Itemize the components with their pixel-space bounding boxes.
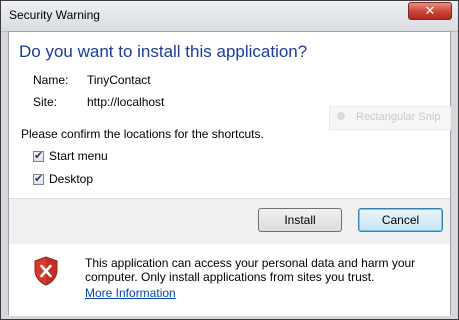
site-label: Site: <box>33 95 58 109</box>
site-value: http://localhost <box>87 95 165 109</box>
window-title: Security Warning <box>9 8 100 22</box>
install-button[interactable]: Install <box>258 208 342 232</box>
rectangular-snip-overlay: Rectangular Snip <box>329 106 451 130</box>
shortcut-desktop[interactable]: ✔ Desktop <box>33 172 93 186</box>
shield-warning-icon <box>34 256 58 286</box>
checkbox-checked-icon: ✔ <box>34 148 44 162</box>
confirm-text: Please confirm the locations for the sho… <box>21 127 264 141</box>
cancel-button[interactable]: Cancel <box>358 208 443 232</box>
warning-text: This application can access your persona… <box>85 256 416 284</box>
checkbox-desktop[interactable]: ✔ <box>33 171 44 185</box>
checkbox-start-menu[interactable]: ✔ <box>33 148 44 162</box>
shortcut-start-menu[interactable]: ✔ Start menu <box>33 149 108 163</box>
dialog-heading: Do you want to install this application? <box>19 42 308 61</box>
close-button[interactable]: ✕ <box>408 2 452 20</box>
checkbox-label-start-menu: Start menu <box>49 149 108 163</box>
close-icon: ✕ <box>424 3 436 19</box>
warning-panel: This application can access your persona… <box>9 244 450 316</box>
checkbox-label-desktop: Desktop <box>49 172 94 186</box>
name-value: TinyContact <box>87 73 151 87</box>
snip-label: Rectangular Snip <box>356 111 441 123</box>
dialog-content: Do you want to install this application?… <box>8 31 451 316</box>
security-warning-window: Security Warning ✕ Do you want to instal… <box>0 0 459 320</box>
title-bar[interactable]: Security Warning ✕ <box>1 1 458 32</box>
button-bar: Install Cancel <box>9 198 450 245</box>
snip-dot-icon <box>337 112 345 120</box>
more-information-link[interactable]: More Information <box>85 286 176 300</box>
name-label: Name: <box>33 73 69 87</box>
checkbox-checked-icon: ✔ <box>34 171 44 185</box>
